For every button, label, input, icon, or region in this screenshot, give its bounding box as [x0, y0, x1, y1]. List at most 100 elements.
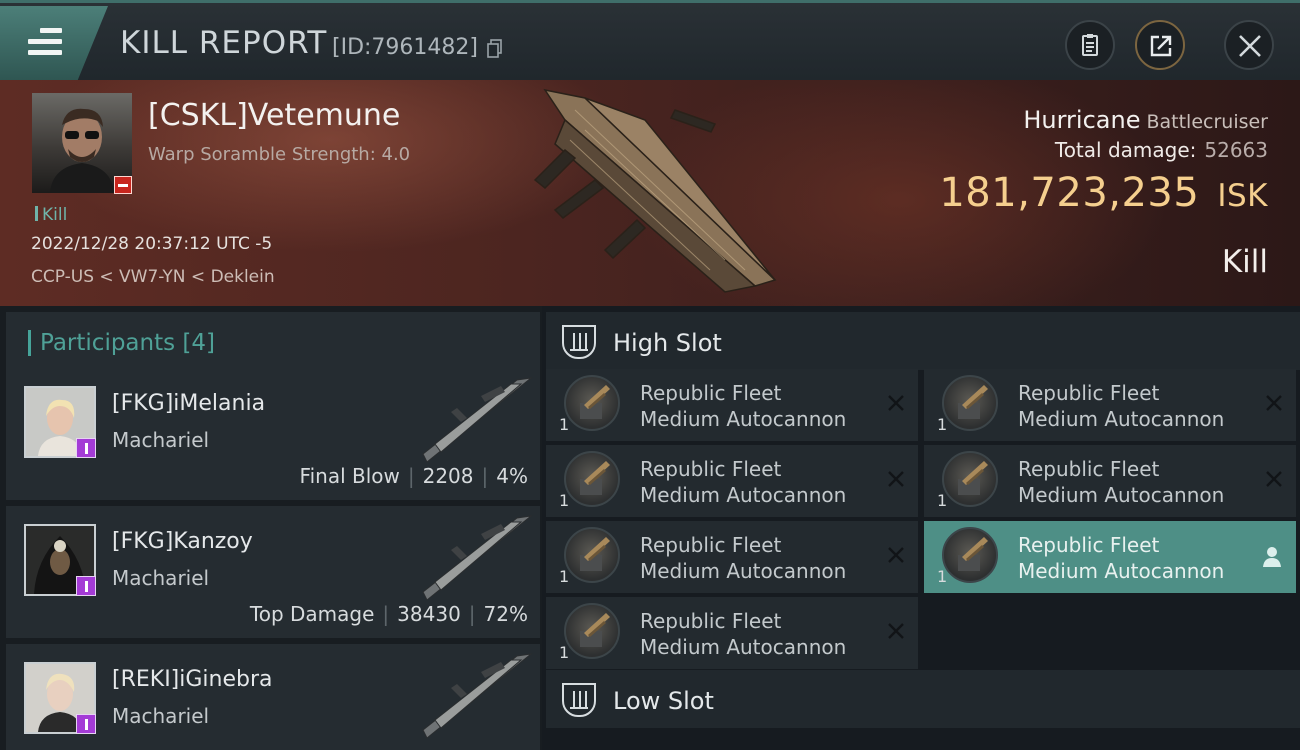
ship-name[interactable]: Hurricane Battlecruiser [1023, 106, 1268, 134]
module-name-line1: Republic Fleet [1018, 533, 1160, 557]
corp-badge [76, 438, 96, 458]
destroyed-x-icon [1266, 395, 1282, 411]
isk-amount: 181,723,235 [939, 170, 1200, 216]
participant-name: [REKI]iGinebra [112, 667, 273, 692]
module-tile[interactable]: 1 Republic Fleet Medium Autocannon [546, 521, 918, 593]
module-quantity: 1 [937, 491, 948, 510]
close-icon [1239, 35, 1261, 57]
header-accent [28, 330, 31, 356]
module-tile[interactable]: 1 Republic Fleet Medium Autocannon [546, 369, 918, 441]
module-quantity: 1 [559, 491, 570, 510]
high-slot-header: High Slot [546, 312, 1300, 370]
autocannon-icon [564, 451, 620, 507]
page-title: KILL REPORT [120, 25, 328, 61]
participant-role: Final Blow [299, 464, 400, 488]
autocannon-icon [942, 375, 998, 431]
participant-percent: 4% [496, 464, 528, 488]
module-name-line2: Medium Autocannon [640, 407, 847, 431]
high-slot-title: High Slot [613, 329, 722, 357]
menu-button[interactable] [0, 6, 108, 80]
module-quantity: 1 [559, 415, 570, 434]
autocannon-icon [942, 527, 998, 583]
ship-type: Hurricane [1023, 106, 1141, 134]
menu-icon [28, 28, 62, 56]
kill-result: Kill [1221, 244, 1268, 280]
module-tile[interactable]: 1 Republic Fleet Medium Autocannon [924, 369, 1296, 441]
victim-name[interactable]: [CSKL]Vetemune [148, 98, 400, 133]
total-damage-label: Total damage: [1054, 138, 1197, 162]
total-damage: Total damage: 52663 [1055, 138, 1268, 162]
fitting-panel: High Slot 1 Republic Fleet Medium Autocann… [542, 306, 1300, 750]
low-slot-title: Low Slot [613, 687, 714, 715]
module-quantity: 1 [937, 415, 948, 434]
victim-subtitle: Warp Soramble Strength: 4.0 [148, 144, 411, 165]
module-name-line2: Medium Autocannon [1018, 559, 1225, 583]
low-slot-icon [562, 683, 596, 717]
corp-badge [76, 714, 96, 734]
copy-icon[interactable] [487, 39, 503, 59]
destroyed-x-icon [1266, 471, 1282, 487]
module-name-line1: Republic Fleet [1018, 457, 1160, 481]
module-name-line1: Republic Fleet [640, 457, 782, 481]
clipboard-icon [1082, 34, 1098, 56]
module-name-line2: Medium Autocannon [640, 635, 847, 659]
module-name-line2: Medium Autocannon [1018, 407, 1225, 431]
destroyed-x-icon [888, 395, 904, 411]
module-name-line2: Medium Autocannon [640, 559, 847, 583]
module-tile[interactable]: 1 Republic Fleet Medium Autocannon [924, 521, 1296, 593]
participants-title: Participants [4] [40, 330, 215, 356]
participants-header: Participants [4] [6, 312, 540, 370]
module-name-line2: Medium Autocannon [1018, 483, 1225, 507]
module-quantity: 1 [559, 567, 570, 586]
kill-location: CCP-US < VW7-YN < Deklein [31, 267, 275, 287]
autocannon-icon [564, 527, 620, 583]
participant-damage: 2208 [422, 464, 474, 488]
module-quantity: 1 [937, 567, 948, 586]
isk-unit: ISK [1217, 178, 1268, 214]
participant-damage: 38430 [397, 602, 461, 626]
destroyed-x-icon [888, 547, 904, 563]
ship-class: Battlecruiser [1146, 111, 1268, 133]
total-damage-value: 52663 [1204, 138, 1268, 162]
participant-ship: Machariel [112, 428, 210, 452]
victim-banner: [CSKL]Vetemune Warp Soramble Strength: 4… [0, 80, 1300, 306]
autocannon-icon [564, 603, 620, 659]
person-icon[interactable] [1262, 546, 1282, 568]
low-slot-header: Low Slot [546, 670, 1300, 728]
destroyed-x-icon [888, 471, 904, 487]
module-name-line1: Republic Fleet [640, 533, 782, 557]
module-tile[interactable]: 1 Republic Fleet Medium Autocannon [924, 445, 1296, 517]
participant-stats: Top Damage | 38430 | 72% [249, 602, 528, 626]
high-slot-icon [562, 325, 596, 359]
module-name-line1: Republic Fleet [640, 381, 782, 405]
module-tile[interactable]: 1 Republic Fleet Medium Autocannon [546, 445, 918, 517]
module-tile[interactable]: 1 Republic Fleet Medium Autocannon [546, 597, 918, 669]
participant-role: Top Damage [249, 602, 375, 626]
participant-ship: Machariel [112, 704, 210, 728]
participant-name: [FKG]iMelania [112, 391, 266, 416]
participant-ship-icon [422, 377, 533, 463]
participant-row[interactable]: [REKI]iGinebra Machariel [6, 644, 540, 750]
module-quantity: 1 [559, 643, 570, 662]
share-icon [1150, 35, 1172, 57]
module-name-line1: Republic Fleet [1018, 381, 1160, 405]
close-button[interactable] [1224, 20, 1274, 70]
share-button[interactable] [1135, 20, 1185, 70]
corp-badge [76, 576, 96, 596]
participant-row[interactable]: [FKG]iMelania Machariel Final Blow | 2208 |… [6, 368, 540, 500]
report-id: [ID:7961482] [332, 35, 478, 60]
kill-datetime: 2022/12/28 20:37:12 UTC -5 [31, 234, 273, 254]
clipboard-button[interactable] [1065, 20, 1115, 70]
module-name-line1: Republic Fleet [640, 609, 782, 633]
participant-name: [FKG]Kanzoy [112, 529, 253, 554]
participants-panel: Participants [4] [FKG]iMelania Machariel… [0, 306, 542, 750]
victim-ship-image[interactable] [525, 80, 785, 304]
participant-row[interactable]: [FKG]Kanzoy Machariel Top Damage | 38430 | 7… [6, 506, 540, 638]
participant-percent: 72% [483, 602, 528, 626]
module-name-line2: Medium Autocannon [640, 483, 847, 507]
top-bar: KILL REPORT [ID:7961482] [0, 0, 1300, 80]
autocannon-icon [564, 375, 620, 431]
autocannon-icon [942, 451, 998, 507]
participant-ship: Machariel [112, 566, 210, 590]
participant-stats: Final Blow | 2208 | 4% [299, 464, 528, 488]
